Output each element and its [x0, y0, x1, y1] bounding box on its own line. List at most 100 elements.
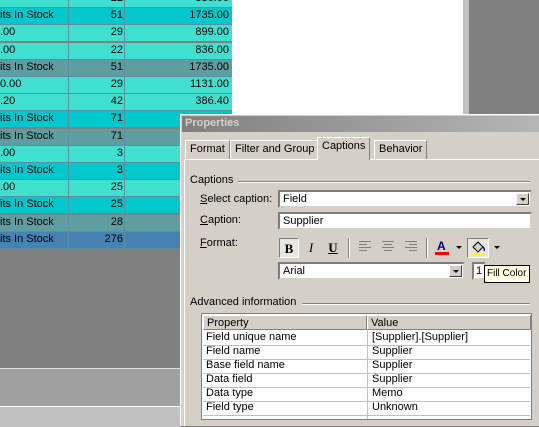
advanced-group-title: Advanced information [190, 296, 297, 308]
align-left-icon [359, 241, 371, 251]
grid-cell: .00 [0, 147, 16, 159]
grid-row[interactable]: .20 42 386.40 [0, 94, 232, 111]
value-cell: Unknown [372, 401, 418, 413]
chevron-down-icon[interactable] [516, 193, 529, 205]
grid-cell: 1735.00 [189, 61, 229, 73]
grid-cell: 29 [110, 26, 123, 38]
value-cell: [Supplier].[Supplier] [372, 331, 468, 343]
grid-cell: 3 [116, 147, 123, 159]
property-cell: Data type [206, 387, 254, 399]
column-header-value[interactable]: Value [367, 315, 531, 330]
column-header-property[interactable]: Property [203, 315, 367, 330]
tab-captions[interactable]: Captions [317, 137, 371, 160]
font-name-dropdown[interactable]: Arial [278, 262, 465, 280]
grid-cell: its In Stock [0, 216, 54, 228]
table-row[interactable]: Field name Supplier [203, 345, 530, 360]
table-row[interactable]: Field unique name [Supplier].[Supplier] [203, 331, 530, 346]
format-label: Format: [200, 237, 238, 249]
grid-cell: 836.00 [195, 44, 229, 56]
table-row[interactable]: Field type Unknown [203, 401, 530, 416]
caption-input[interactable]: Supplier [278, 212, 532, 230]
tab-filter-and-group[interactable]: Filter and Group [230, 140, 320, 159]
grid-cell: 386.40 [195, 95, 229, 107]
grid-cell: its In Stock [0, 112, 54, 124]
property-cell: Data field [206, 373, 253, 385]
grid-cell: 836.00 [125, 0, 229, 4]
grid-cell: 1131.00 [190, 78, 229, 90]
grid-cell: 42 [110, 95, 123, 107]
select-caption-dropdown[interactable]: Field [278, 190, 532, 208]
grid-cell: its In Stock [0, 130, 54, 142]
font-color-button[interactable]: A [432, 238, 452, 258]
font-size-value: 1 [476, 265, 483, 277]
grid-cell: 25 [110, 198, 123, 210]
pivot-empty-area [232, 0, 462, 115]
dialog-titlebar[interactable]: Properties [182, 116, 539, 132]
grid-row[interactable]: .00 22 836.00 [0, 43, 232, 60]
caption-label: Caption: [200, 214, 241, 226]
property-cell: Field type [206, 401, 254, 413]
format-label-text: Format: [200, 237, 238, 249]
select-caption-value: Field [283, 193, 307, 205]
font-color-dropdown[interactable] [454, 238, 464, 258]
bold-button[interactable]: B [279, 238, 299, 258]
font-name-value: Arial [283, 265, 306, 277]
grid-cell: 0.00 [0, 78, 22, 90]
italic-button[interactable]: I [301, 238, 321, 258]
underline-button[interactable]: U [323, 238, 343, 258]
table-row[interactable]: Data field Supplier [203, 373, 530, 388]
fill-color-tooltip: Fill Color [484, 265, 530, 283]
horizontal-scrollbar[interactable] [0, 406, 180, 427]
property-cell: Field name [206, 345, 261, 357]
align-center-button[interactable] [378, 238, 398, 258]
grid-cell: 28 [110, 216, 123, 228]
grid-cell: 25 [110, 181, 123, 193]
captions-group-title: Captions [190, 174, 234, 186]
grid-column-line [124, 0, 125, 251]
font-color-icon: A [435, 239, 449, 255]
grid-cell: .00 [0, 26, 16, 38]
value-cell: Supplier [372, 359, 413, 371]
property-cell: Field unique name [206, 331, 297, 343]
caption-value: Supplier [283, 215, 324, 227]
tab-behavior[interactable]: Behavior [374, 140, 428, 159]
grid-cell: 1735.00 [189, 9, 229, 21]
table-row[interactable]: Data type Memo [203, 387, 530, 402]
grid-cell: its In Stock [0, 61, 54, 73]
property-cell: Base field name [206, 359, 285, 371]
grid-row[interactable]: .00 29 899.00 [0, 25, 232, 42]
tab-format[interactable]: Format [185, 140, 230, 159]
grid-cell: 71 [110, 112, 123, 124]
value-cell: Memo [372, 387, 403, 399]
dialog-title: Properties [185, 117, 240, 129]
grid-cell: 22 [110, 44, 123, 56]
chevron-down-icon [493, 246, 500, 249]
grid-cell: .20 [0, 95, 16, 107]
advanced-group-line [302, 303, 530, 305]
grid-cell: 899.00 [195, 26, 229, 38]
vertical-scrollbar[interactable] [462, 0, 470, 115]
chevron-down-icon[interactable] [449, 265, 462, 277]
select-caption-label-rest: elect caption: [207, 193, 273, 205]
grid-cell: 51 [110, 9, 123, 21]
advanced-info-table[interactable]: Property Value Field unique name [Supplie… [201, 313, 532, 420]
grid-cell: 276 [104, 233, 123, 245]
grid-cell: its In Stock [0, 233, 54, 245]
grid-column-line [68, 0, 69, 251]
grid-row[interactable]: its In Stock 51 1735.00 [0, 60, 232, 77]
align-center-icon [382, 241, 394, 251]
grid-row[interactable]: its In Stock 51 1735.00 [0, 8, 232, 25]
select-caption-label: Select caption: [200, 193, 273, 205]
grid-row[interactable]: 22836.00 [0, 0, 232, 8]
grid-cell: 71 [110, 130, 123, 142]
grid-cell: its In Stock [0, 164, 54, 176]
fill-color-button[interactable] [467, 238, 489, 258]
caption-label-text: Caption: [200, 214, 241, 226]
chevron-down-icon [456, 246, 462, 249]
grid-row[interactable]: 0.00 29 1131.00 [0, 77, 232, 94]
table-row[interactable]: Base field name Supplier [203, 359, 530, 374]
fill-color-dropdown[interactable] [491, 238, 502, 258]
align-right-button[interactable] [401, 238, 421, 258]
align-left-button[interactable] [355, 238, 375, 258]
toolbar-separator [426, 238, 428, 258]
